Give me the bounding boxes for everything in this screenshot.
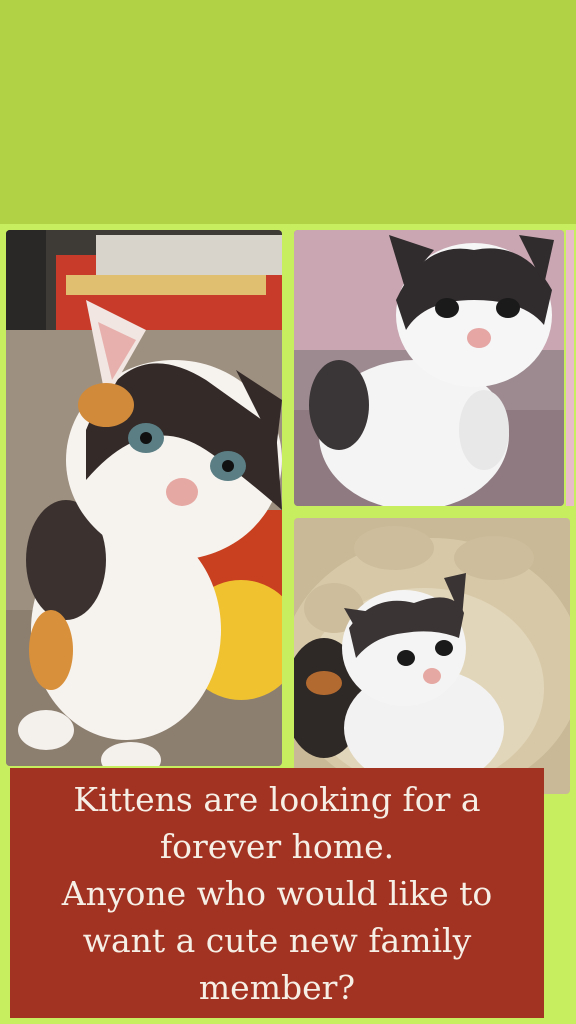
photo-black-white-kitten (294, 230, 564, 506)
caption-box: Kittens are looking for a forever home. … (10, 768, 544, 1018)
photo-edge-strip (566, 230, 574, 506)
photo-kittens-in-bed (294, 518, 570, 794)
top-background-band (0, 0, 576, 224)
adoption-caption: Kittens are looking for a forever home. … (61, 779, 493, 1007)
photo-calico-kitten (6, 230, 282, 766)
